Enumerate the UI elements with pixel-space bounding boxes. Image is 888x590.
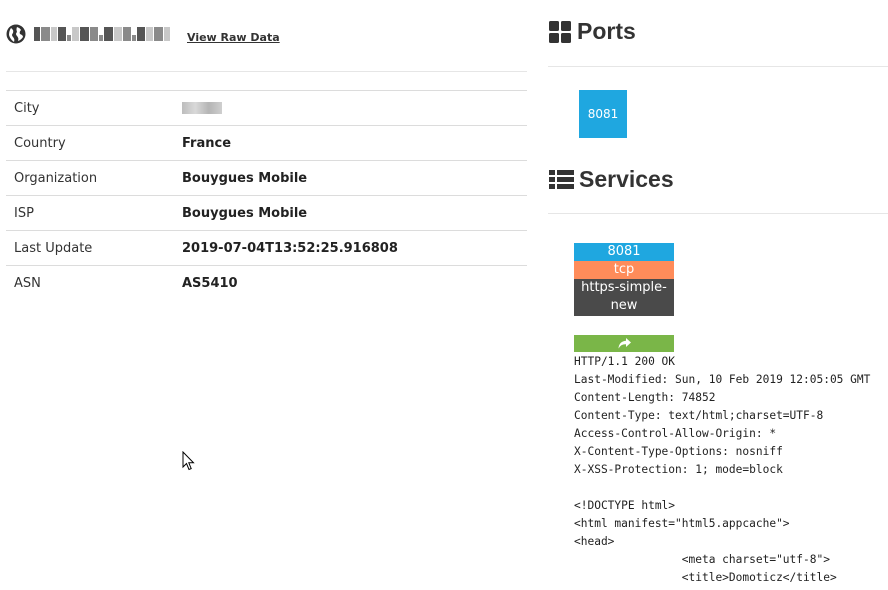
share-arrow-icon <box>618 338 631 349</box>
mouse-cursor-icon <box>182 451 195 471</box>
info-key: Organization <box>14 170 98 186</box>
service-banner: HTTP/1.1 200 OK Last-Modified: Sun, 10 F… <box>574 353 888 587</box>
service-port: 8081 <box>574 243 674 261</box>
banner-line: HTTP/1.1 200 OK <box>574 355 676 368</box>
list-icon <box>549 170 574 189</box>
services-heading: Services <box>549 166 674 193</box>
banner-line: Access-Control-Allow-Origin: * <box>574 427 777 440</box>
info-key: Country <box>14 135 66 151</box>
table-row: Country France <box>6 125 527 161</box>
banner-line: <title>Domoticz</title> <box>574 571 837 584</box>
view-raw-data-link[interactable]: View Raw Data <box>187 31 280 44</box>
info-value-city <box>174 91 527 126</box>
ip-address-redacted <box>34 25 171 43</box>
banner-line: <html manifest="html5.appcache"> <box>574 517 790 530</box>
banner-line: <head> <box>574 535 615 548</box>
grid-icon <box>549 21 571 43</box>
info-value: AS5410 <box>182 275 238 291</box>
banner-line: X-XSS-Protection: 1; mode=block <box>574 463 783 476</box>
host-info-table: City Country France Organization Bouygue… <box>6 90 527 301</box>
globe-icon <box>6 24 26 44</box>
services-title: Services <box>579 166 674 192</box>
port-badge[interactable]: 8081 <box>579 90 627 138</box>
info-key: Last Update <box>14 240 93 256</box>
service-card: 8081 tcp https-simple-new <box>574 243 674 316</box>
banner-line: <meta charset="utf-8"> <box>574 553 830 566</box>
banner-line: X-Content-Type-Options: nosniff <box>574 445 783 458</box>
table-row: Last Update 2019-07-04T13:52:25.916808 <box>6 230 527 266</box>
info-value: Bouygues Mobile <box>182 205 308 221</box>
info-key: ISP <box>14 205 34 221</box>
table-row: Organization Bouygues Mobile <box>6 160 527 196</box>
banner-line: <!DOCTYPE html> <box>574 499 676 512</box>
divider <box>6 71 527 72</box>
table-row: ASN AS5410 <box>6 265 527 301</box>
ports-heading: Ports <box>549 18 636 45</box>
info-value: France <box>182 135 232 151</box>
divider <box>548 213 888 214</box>
city-redacted <box>182 102 222 114</box>
banner-line: Last-Modified: Sun, 10 Feb 2019 12:05:05… <box>574 373 871 386</box>
host-header: View Raw Data <box>6 20 280 48</box>
share-button[interactable] <box>574 335 674 352</box>
banner-line: Content-Length: 74852 <box>574 391 716 404</box>
ports-title: Ports <box>577 18 636 44</box>
banner-line: Content-Type: text/html;charset=UTF-8 <box>574 409 824 422</box>
info-key: ASN <box>14 275 41 291</box>
info-value: 2019-07-04T13:52:25.916808 <box>182 240 398 256</box>
service-transport: tcp <box>574 261 674 279</box>
info-key: City <box>14 100 40 116</box>
divider <box>548 66 888 67</box>
table-row: City <box>6 90 527 126</box>
service-name: https-simple-new <box>574 279 674 316</box>
info-value: Bouygues Mobile <box>182 170 308 186</box>
table-row: ISP Bouygues Mobile <box>6 195 527 231</box>
